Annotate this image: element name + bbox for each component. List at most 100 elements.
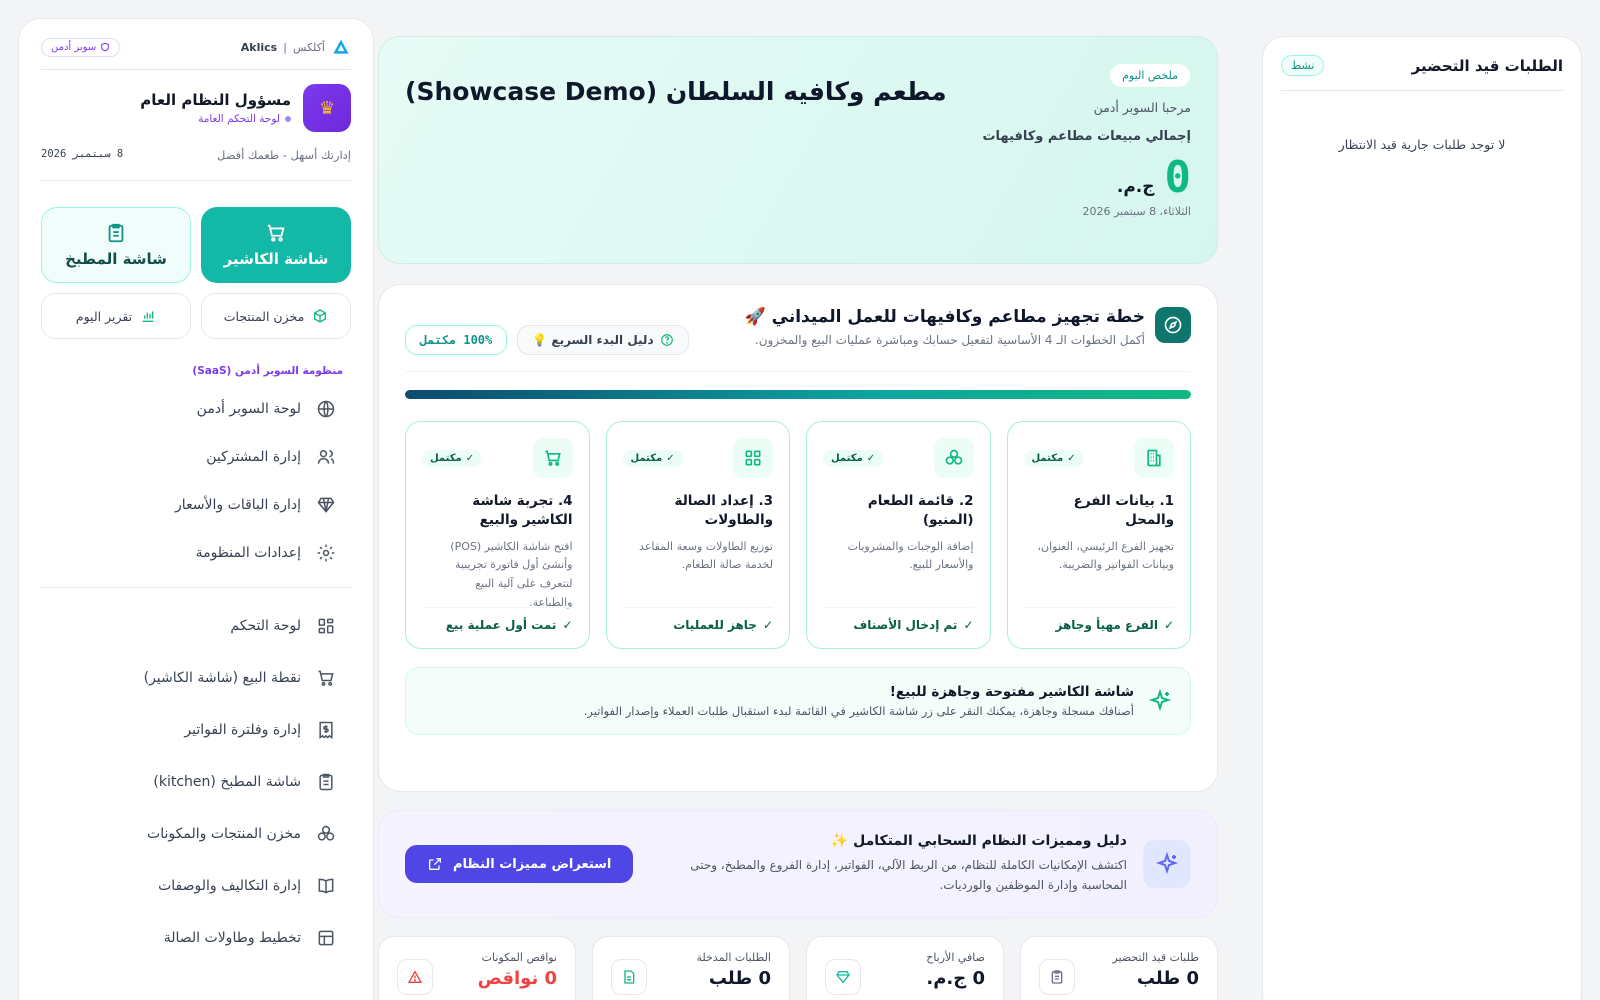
explore-features-button[interactable]: استعراض مميزات النظام [405,845,634,883]
system-features-card: دليل ومميزات النظام السحابي المتكامل ✨ ا… [378,810,1218,918]
step-description: افتح شاشة الكاشير (POS) وأنشئ أول فاتورة… [450,539,573,609]
role-badge: سوبر أدمن [41,37,121,57]
daily-report-label: تقرير اليوم [75,308,133,324]
products-store-button[interactable]: مخزن المنتجات [201,293,351,339]
brand-logo[interactable]: أكلكس | Aklics [241,37,351,57]
daily-report-button[interactable]: تقرير اليوم [41,293,191,339]
nav-inventory[interactable]: مخزن المنتجات والمكونات [41,808,351,860]
nav-divider [41,587,351,588]
step-description: تجهيز الفرع الرئيسي، العنوان، وبيانات ال… [1037,539,1174,572]
nav-dashboard[interactable]: لوحة التحكم [41,600,351,652]
help-circle-icon [660,333,674,347]
cashier-screen-label: شاشة الكاشير [223,250,329,268]
user-card: ♛ مسؤول النظام العام لوحة التحكم العامة [41,84,351,132]
preparing-orders-panel: الطلبات قيد التحضير نشط لا توجد طلبات جا… [1262,36,1582,1000]
today-summary-card: ملخص اليوم مطعم وكافيه السلطان (Showcase… [378,36,1218,264]
step-description: توزيع الطاولات وسعة المقاعد لخدمة صالة ا… [639,539,773,572]
kpi-net-profit: صافي الأرباح 0 ج.م. [806,936,1004,1000]
nav-label: لوحة السوبر أدمن [196,401,301,417]
clipboard-icon [105,222,127,244]
step-footer: ✓ جاهز للعمليات [622,607,773,632]
nav-label: مخزن المنتجات والمكونات [147,826,301,842]
nav-label: إدارة الباقات والأسعار [175,497,301,513]
setup-subtitle: أكمل الخطوات الـ 4 الأساسية لتفعيل حسابك… [754,333,1145,347]
nav-subscribers[interactable]: إدارة المشتركين [41,433,351,481]
nav-system-settings[interactable]: إعدادات المنظومة [41,529,351,577]
file-icon [611,959,647,995]
kpi-label: الطلبات المدخلة [696,951,771,964]
nav-invoices[interactable]: إدارة وفلترة الفواتير [41,704,351,756]
sidebar: أكلكس | Aklics سوبر أدمن ♛ مسؤول النظام … [18,18,374,1000]
setup-step-branch[interactable]: ✓ مكتمل 1. بيانات الفرع والمحل تجهيز الفر… [1006,421,1191,649]
main-nav: لوحة التحكم نقطة البيع (شاشة الكاشير) إد… [41,600,351,964]
done-label: مكتمل [430,452,462,464]
user-subtitle: لوحة التحكم العامة [140,113,291,125]
nav-label: تخطيط وطاولات الصالة [163,930,301,946]
nav-super-admin-dashboard[interactable]: لوحة السوبر أدمن [41,385,351,433]
check-icon: ✓ [762,618,773,632]
step-done-badge: ✓ مكتمل [422,449,483,467]
step-title: 3. إعداد الصالة والطاولات [674,493,773,528]
banner-title: شاشة الكاشير مفتوحة وجاهزة للبيع! [889,684,1134,700]
kpi-value: 0 ج.م. [926,968,985,989]
cashier-screen-button[interactable]: شاشة الكاشير [201,207,351,283]
nav-costs-recipes[interactable]: إدارة التكاليف والوصفات [41,860,351,912]
step-description: إضافة الوجبات والمشروبات والأسعار للبيع. [847,539,974,572]
cart-icon [265,222,287,244]
clipboard-icon [1039,959,1075,995]
step-done-badge: ✓ مكتمل [622,449,683,467]
setup-progress-fill [405,390,1191,399]
restaurant-title: مطعم وكافيه السلطان (Showcase Demo) [405,77,947,106]
nav-pos[interactable]: نقطة البيع (شاشة الكاشير) [41,652,351,704]
features-title: دليل ومميزات النظام السحابي المتكامل ✨ [830,832,1127,849]
setup-steps: ✓ مكتمل 1. بيانات الفرع والمحل تجهيز الفر… [405,421,1191,649]
kitchen-screen-button[interactable]: شاشة المطبخ [41,207,191,283]
sparkles-icon [1148,689,1172,713]
total-sales-label: إجمالي مبيعات مطاعم وكافيهات [982,129,1191,144]
role-label: سوبر أدمن [51,41,97,53]
done-label: مكتمل [1031,452,1064,464]
user-subtitle-label: لوحة التحكم العامة [198,113,280,125]
done-label: مكتمل [630,452,663,464]
slogan-row: إدارتك أسهل - طعمك أفضل 8 سبتمبر 2026 [41,148,351,181]
quick-start-guide-label: دليل البدء السريع 💡 [532,333,654,347]
kpi-label: طلبات قيد التحضير [1112,951,1199,964]
kpi-label: صافي الأرباح [926,951,985,964]
step-footer-label: جاهز للعمليات [673,618,757,632]
total-sales-value: 0 [1164,152,1192,203]
kitchen-screen-label: شاشة المطبخ [65,250,167,268]
orders-empty-message: لا توجد طلبات جارية قيد الانتظار [1338,137,1506,152]
setup-step-cashier[interactable]: ✓ مكتمل 4. تجربة شاشة الكاشير والبيع افتح… [405,421,590,649]
banner-text: أصنافك مسجلة وجاهزة، يمكنك النقر على زر … [583,704,1134,718]
setup-step-hall[interactable]: ✓ مكتمل 3. إعداد الصالة والطاولات توزيع ا… [605,421,790,649]
nav-kitchen[interactable]: شاشة المطبخ (kitchen) [41,756,351,808]
building-icon [1134,438,1174,478]
setup-title: خطة تجهيز مطاعم وكافيهات للعمل الميداني … [744,307,1145,327]
nav-label: لوحة التحكم [230,618,301,634]
grid-icon [315,616,337,636]
nav-tables-layout[interactable]: تخطيط وطاولات الصالة [41,912,351,964]
users-icon [315,447,337,467]
alert-icon [397,959,433,995]
explore-features-label: استعراض مميزات النظام [453,856,612,872]
diamond-icon [315,495,337,515]
external-link-icon [427,856,443,872]
kpi-value: 0 نواقص [477,968,557,989]
sparkles-icon [1143,840,1191,888]
total-sales-amount: 0 ج.م. [405,152,1191,203]
setup-step-menu[interactable]: ✓ مكتمل 2. قائمة الطعام (المنيو) إضافة ال… [806,421,991,649]
kpi-label: نواقص المكونات [481,951,557,964]
quick-actions: شاشة الكاشير شاشة المطبخ مخزن المنتجات ت… [41,207,351,339]
kpi-value: 0 طلب [1136,968,1199,989]
step-title: 1. بيانات الفرع والمحل [1073,493,1174,528]
step-done-badge: ✓ مكتمل [823,449,884,467]
nav-plans-pricing[interactable]: إدارة الباقات والأسعار [41,481,351,529]
setup-plan-card: خطة تجهيز مطاعم وكافيهات للعمل الميداني … [378,284,1218,792]
setup-header: خطة تجهيز مطاعم وكافيهات للعمل الميداني … [745,307,1191,347]
hero-date: الثلاثاء، 8 سبتمبر 2026 [1082,205,1191,218]
nav-label: نقطة البيع (شاشة الكاشير) [143,670,301,686]
quick-start-guide-button[interactable]: دليل البدء السريع 💡 [517,325,689,355]
step-footer: ✓ تم إدخال الأصناف [823,607,974,632]
shield-icon [100,42,110,52]
check-circle-icon: ✓ [1067,452,1076,464]
